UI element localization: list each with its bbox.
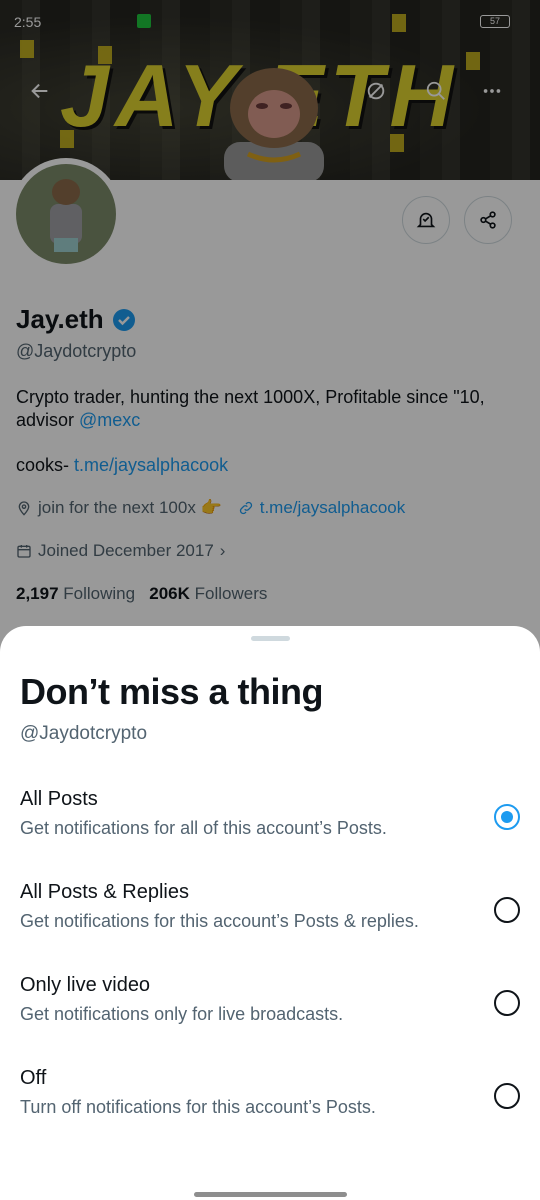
notification-settings-sheet: Don’t miss a thing @Jaydotcrypto All Pos…: [0, 626, 540, 1200]
option-off[interactable]: Off Turn off notifications for this acco…: [0, 1067, 540, 1147]
home-indicator[interactable]: [194, 1192, 347, 1197]
option-only-live-video[interactable]: Only live video Get notifications only f…: [0, 974, 540, 1054]
option-description: Get notifications for this account’s Pos…: [20, 911, 419, 931]
option-label: Only live video: [20, 974, 151, 996]
radio-button-selected[interactable]: [494, 804, 520, 830]
option-description: Get notifications for all of this accoun…: [20, 818, 387, 838]
option-all-posts[interactable]: All Posts Get notifications for all of t…: [0, 788, 540, 868]
radio-button[interactable]: [494, 897, 520, 923]
radio-button[interactable]: [494, 1083, 520, 1109]
option-description: Get notifications only for live broadcas…: [20, 1004, 344, 1024]
option-label: Off: [20, 1067, 47, 1089]
option-description: Turn off notifications for this account’…: [20, 1097, 376, 1117]
sheet-drag-handle[interactable]: [251, 636, 290, 641]
sheet-title: Don’t miss a thing: [20, 671, 324, 712]
option-all-posts-replies[interactable]: All Posts & Replies Get notifications fo…: [0, 881, 540, 961]
sheet-handle: @Jaydotcrypto: [20, 723, 148, 744]
option-label: All Posts & Replies: [20, 881, 189, 903]
radio-button[interactable]: [494, 990, 520, 1016]
option-label: All Posts: [20, 788, 98, 810]
